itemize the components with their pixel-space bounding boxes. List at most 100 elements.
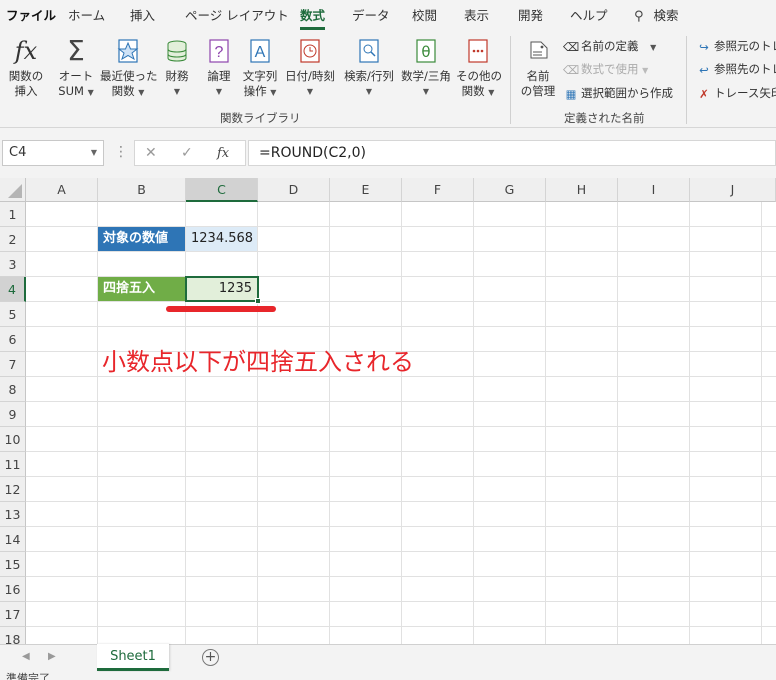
column-header-e[interactable]: E bbox=[330, 178, 402, 202]
gridline bbox=[401, 202, 402, 644]
gridline bbox=[26, 251, 776, 252]
math-trig-button[interactable]: θ 数学/三角 ▼ bbox=[398, 36, 454, 99]
corner-triangle-icon bbox=[8, 184, 22, 198]
row-header-18[interactable]: 18 bbox=[0, 627, 26, 644]
status-text: 準備完了 bbox=[6, 672, 50, 680]
magnifier-icon bbox=[359, 39, 379, 63]
search-box[interactable]: ⚲ 検索 bbox=[634, 0, 679, 30]
select-all-corner[interactable] bbox=[0, 178, 26, 202]
name-manager-label-2: の管理 bbox=[520, 84, 556, 98]
row-header-9[interactable]: 9 bbox=[0, 402, 26, 427]
search-label: 検索 bbox=[653, 8, 679, 23]
gridline bbox=[473, 202, 474, 644]
column-header-i[interactable]: I bbox=[618, 178, 690, 202]
column-header-a[interactable]: A bbox=[26, 178, 98, 202]
sheet-tab-sheet1[interactable]: Sheet1 bbox=[97, 644, 169, 671]
svg-text:θ: θ bbox=[421, 43, 430, 61]
tab-review[interactable]: 校閲 bbox=[412, 0, 437, 30]
row-header-17[interactable]: 17 bbox=[0, 602, 26, 627]
trace-precedents-icon: ↪ bbox=[699, 39, 709, 54]
column-header-b[interactable]: B bbox=[98, 178, 186, 202]
cell-c2[interactable]: 1234.568 bbox=[186, 227, 257, 251]
lookup-button[interactable]: 検索/行列 ▼ bbox=[342, 36, 396, 99]
name-manager-button[interactable]: 名前 の管理 bbox=[518, 36, 558, 99]
row-header-15[interactable]: 15 bbox=[0, 552, 26, 577]
insert-function-icon[interactable]: fx bbox=[217, 146, 229, 161]
row-header-11[interactable]: 11 bbox=[0, 452, 26, 477]
cell-b2[interactable]: 対象の数値 bbox=[98, 227, 185, 251]
database-icon bbox=[167, 40, 187, 62]
trace-dependents-button[interactable]: ↩参照先のトレ bbox=[696, 60, 776, 78]
trace-precedents-button[interactable]: ↪参照元のトレ bbox=[696, 37, 776, 55]
tab-file[interactable]: ファイル bbox=[6, 0, 56, 30]
chevron-down-icon[interactable]: ▼ bbox=[91, 141, 97, 165]
tab-help[interactable]: ヘルプ bbox=[570, 0, 608, 30]
trace-dependents-icon: ↩ bbox=[699, 62, 709, 77]
gridline bbox=[26, 426, 776, 427]
prev-sheet-icon[interactable]: ◀ bbox=[22, 651, 30, 662]
cell-b4[interactable]: 四捨五入 bbox=[98, 277, 185, 301]
tab-data[interactable]: データ bbox=[352, 0, 390, 30]
formula-input[interactable]: =ROUND(C2,0) bbox=[248, 140, 776, 166]
gridline bbox=[26, 501, 776, 502]
row-header-3[interactable]: 3 bbox=[0, 252, 26, 277]
row-header-16[interactable]: 16 bbox=[0, 577, 26, 602]
autosum-button[interactable]: Σ オート SUM ▼ bbox=[56, 36, 96, 100]
datetime-label: 日付/時刻 bbox=[285, 69, 335, 83]
row-header-12[interactable]: 12 bbox=[0, 477, 26, 502]
fill-handle[interactable] bbox=[255, 298, 261, 304]
row-header-13[interactable]: 13 bbox=[0, 502, 26, 527]
row-header-1[interactable]: 1 bbox=[0, 202, 26, 227]
worksheet-grid[interactable]: A B C D E F G H I J 1 2 3 4 5 6 7 8 9 10… bbox=[0, 178, 776, 644]
tab-insert[interactable]: 挿入 bbox=[130, 0, 155, 30]
column-header-c[interactable]: C bbox=[186, 178, 258, 202]
insert-function-button[interactable]: fx 関数の 挿入 bbox=[6, 36, 46, 99]
logical-button[interactable]: ? 論理 ▼ bbox=[204, 36, 234, 99]
row-header-7[interactable]: 7 bbox=[0, 352, 26, 377]
more-functions-button[interactable]: その他の 関数 ▼ bbox=[456, 36, 502, 100]
ribbon-tabs: ファイル ホーム 挿入 ページ レイアウト 数式 データ 校閲 表示 開発 ヘル… bbox=[0, 0, 776, 30]
define-name-button[interactable]: ⌫ 名前の定義 ▼ bbox=[563, 37, 656, 55]
row-header-10[interactable]: 10 bbox=[0, 427, 26, 452]
tab-view[interactable]: 表示 bbox=[464, 0, 489, 30]
question-icon: ? bbox=[209, 39, 229, 63]
more-label-1: その他の bbox=[456, 69, 502, 83]
name-box[interactable]: C4 ▼ bbox=[2, 140, 104, 166]
remove-arrows-button[interactable]: ✗ トレース矢印 bbox=[696, 84, 776, 102]
column-header-h[interactable]: H bbox=[546, 178, 618, 202]
column-header-j[interactable]: J bbox=[690, 178, 776, 202]
text-button[interactable]: A 文字列 操作 ▼ bbox=[240, 36, 280, 100]
status-bar: 準備完了 bbox=[0, 672, 776, 680]
ribbon-separator-2 bbox=[686, 36, 687, 124]
row-header-14[interactable]: 14 bbox=[0, 527, 26, 552]
next-sheet-icon[interactable]: ▶ bbox=[48, 651, 56, 662]
cancel-icon[interactable]: ✕ bbox=[145, 145, 157, 161]
column-header-d[interactable]: D bbox=[258, 178, 330, 202]
datetime-button[interactable]: 日付/時刻 ▼ bbox=[284, 36, 336, 99]
use-in-formula-button[interactable]: ⌫ 数式で使用 ▼ bbox=[563, 60, 648, 78]
row-header-8[interactable]: 8 bbox=[0, 377, 26, 402]
tab-page-layout[interactable]: ページ レイアウト bbox=[185, 0, 289, 30]
tab-developer[interactable]: 開発 bbox=[518, 0, 543, 30]
text-label-2: 操作 ▼ bbox=[243, 84, 277, 98]
cell-c4[interactable]: 1235 bbox=[186, 277, 257, 301]
row-header-5[interactable]: 5 bbox=[0, 302, 26, 327]
add-sheet-icon[interactable]: + bbox=[202, 649, 219, 666]
column-header-g[interactable]: G bbox=[474, 178, 546, 202]
grip-dots-icon[interactable]: ⋮ bbox=[114, 144, 128, 160]
row-header-2[interactable]: 2 bbox=[0, 227, 26, 252]
gridline bbox=[26, 401, 776, 402]
check-icon[interactable]: ✓ bbox=[181, 145, 193, 161]
column-header-f[interactable]: F bbox=[402, 178, 474, 202]
table-grid-icon: ▦ bbox=[565, 86, 577, 101]
create-from-selection-button[interactable]: ▦ 選択範囲から作成 bbox=[563, 84, 673, 102]
recently-used-button[interactable]: 最近使った 関数 ▼ bbox=[100, 36, 158, 100]
gridline bbox=[97, 202, 98, 644]
gridline bbox=[26, 576, 776, 577]
tab-formulas[interactable]: 数式 bbox=[300, 0, 326, 30]
row-header-6[interactable]: 6 bbox=[0, 327, 26, 352]
financial-button[interactable]: 財務 ▼ bbox=[162, 36, 192, 99]
tab-home[interactable]: ホーム bbox=[68, 0, 105, 30]
gridline bbox=[545, 202, 546, 644]
row-header-4[interactable]: 4 bbox=[0, 277, 26, 302]
